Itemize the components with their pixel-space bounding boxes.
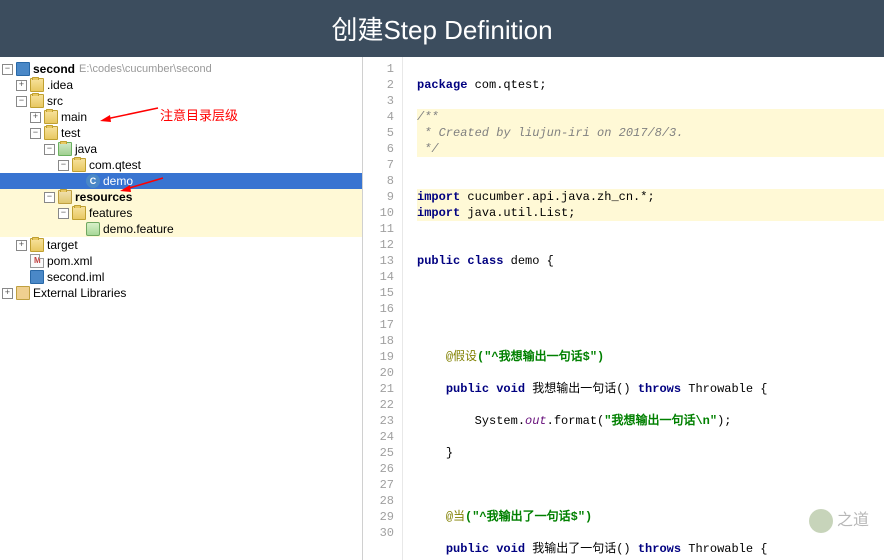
tree-item-java[interactable]: − java bbox=[0, 141, 362, 157]
spacer bbox=[16, 272, 27, 283]
page-title: 创建Step Definition bbox=[0, 0, 884, 57]
tree-label: .idea bbox=[47, 78, 73, 92]
tree-label: target bbox=[47, 238, 78, 252]
collapse-icon[interactable]: − bbox=[30, 128, 41, 139]
tree-label: src bbox=[47, 94, 63, 108]
tree-item-feature-file[interactable]: demo.feature bbox=[0, 221, 362, 237]
arrow-icon bbox=[98, 105, 163, 123]
tree-root[interactable]: − second E:\codes\cucumber\second bbox=[0, 61, 362, 77]
tree-label: second bbox=[33, 62, 75, 76]
tree-item-resources[interactable]: − resources bbox=[0, 189, 362, 205]
expand-icon[interactable]: + bbox=[2, 288, 13, 299]
spacer bbox=[16, 256, 27, 267]
line-gutter: 1234567891011121314151617181920212223242… bbox=[363, 57, 403, 560]
tree-path: E:\codes\cucumber\second bbox=[79, 63, 212, 75]
folder-icon bbox=[44, 126, 58, 140]
code-area[interactable]: package com.qtest; /** * Created by liuj… bbox=[403, 57, 884, 560]
xml-icon bbox=[30, 254, 44, 268]
tree-item-pom[interactable]: pom.xml bbox=[0, 253, 362, 269]
tree-item-test[interactable]: − test bbox=[0, 125, 362, 141]
collapse-icon[interactable]: − bbox=[2, 64, 13, 75]
tree-item-package[interactable]: − com.qtest bbox=[0, 157, 362, 173]
feature-icon bbox=[86, 222, 100, 236]
tree-label: External Libraries bbox=[33, 286, 126, 300]
watermark-text: 之道 bbox=[837, 512, 869, 529]
tree-label: test bbox=[61, 126, 80, 140]
tree-item-demo[interactable]: C demo bbox=[0, 173, 362, 189]
folder-icon bbox=[30, 94, 44, 108]
expand-icon[interactable]: + bbox=[16, 240, 27, 251]
tree-item-iml[interactable]: second.iml bbox=[0, 269, 362, 285]
tree-label: pom.xml bbox=[47, 254, 92, 268]
expand-icon[interactable]: + bbox=[30, 112, 41, 123]
collapse-icon[interactable]: − bbox=[44, 144, 55, 155]
watermark: 之道 bbox=[809, 506, 869, 533]
class-icon: C bbox=[86, 174, 100, 188]
annotation-text: 注意目录层级 bbox=[160, 105, 238, 124]
collapse-icon[interactable]: − bbox=[16, 96, 27, 107]
tree-label: features bbox=[89, 206, 132, 220]
tree-item-idea[interactable]: + .idea bbox=[0, 77, 362, 93]
expand-icon[interactable]: + bbox=[16, 80, 27, 91]
library-icon bbox=[16, 286, 30, 300]
package-icon bbox=[72, 158, 86, 172]
folder-icon bbox=[30, 238, 44, 252]
tree-label: java bbox=[75, 142, 97, 156]
spacer bbox=[72, 176, 83, 187]
tree-label: com.qtest bbox=[89, 158, 141, 172]
folder-icon bbox=[30, 78, 44, 92]
module-icon bbox=[16, 62, 30, 76]
watermark-icon bbox=[809, 509, 833, 533]
collapse-icon[interactable]: − bbox=[58, 208, 69, 219]
arrow-icon bbox=[118, 175, 168, 193]
folder-icon bbox=[58, 142, 72, 156]
tree-item-extlib[interactable]: + External Libraries bbox=[0, 285, 362, 301]
folder-icon bbox=[44, 110, 58, 124]
spacer bbox=[72, 224, 83, 235]
tree-item-features[interactable]: − features bbox=[0, 205, 362, 221]
collapse-icon[interactable]: − bbox=[44, 192, 55, 203]
folder-icon bbox=[72, 206, 86, 220]
main-area: − second E:\codes\cucumber\second + .ide… bbox=[0, 57, 884, 560]
code-editor[interactable]: 1234567891011121314151617181920212223242… bbox=[363, 57, 884, 560]
module-icon bbox=[30, 270, 44, 284]
tree-label: main bbox=[61, 110, 87, 124]
tree-label: second.iml bbox=[47, 270, 104, 284]
folder-icon bbox=[58, 190, 72, 204]
tree-label: demo.feature bbox=[103, 222, 174, 236]
tree-item-target[interactable]: + target bbox=[0, 237, 362, 253]
project-tree[interactable]: − second E:\codes\cucumber\second + .ide… bbox=[0, 57, 363, 560]
collapse-icon[interactable]: − bbox=[58, 160, 69, 171]
